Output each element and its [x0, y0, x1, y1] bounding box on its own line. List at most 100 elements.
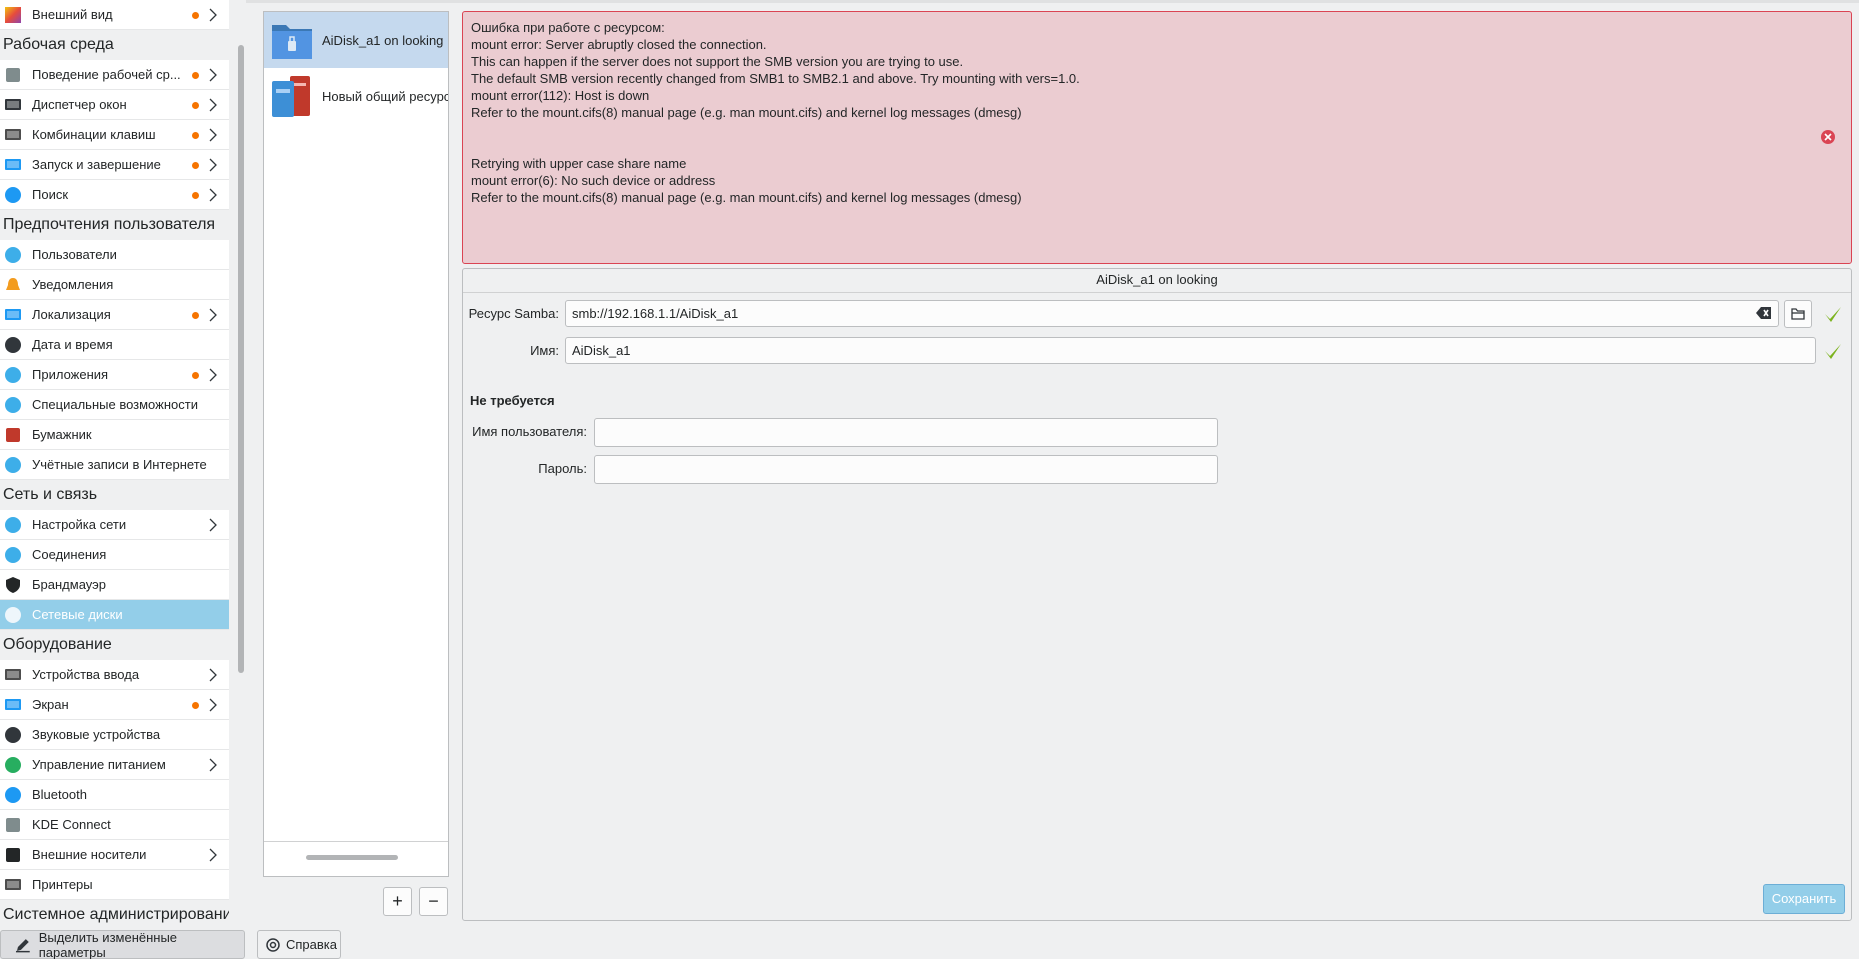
bluetooth-icon: [3, 785, 23, 805]
error-text: Ошибка при работе с ресурсом: mount error…: [471, 19, 1843, 206]
sidebar-item[interactable]: Устройства ввода: [0, 660, 229, 690]
sidebar-item[interactable]: Сетевые диски: [0, 600, 229, 630]
sidebar-item-label: Специальные возможности: [32, 397, 198, 412]
sidebar-item-label: Поведение рабочей ср...: [32, 67, 181, 82]
shield-icon: [3, 575, 23, 595]
sidebar-item-label: Дата и время: [32, 337, 113, 352]
sidebar-item[interactable]: Соединения: [0, 540, 229, 570]
window-icon: [3, 95, 23, 115]
globe-icon: [3, 545, 23, 565]
apps-icon: [3, 365, 23, 385]
highlight-changes-label: Выделить изменённые параметры: [38, 929, 178, 959]
sidebar-item[interactable]: Уведомления: [0, 270, 229, 300]
error-line: This can happen if the server does not s…: [471, 54, 964, 69]
save-button[interactable]: Сохранить: [1763, 884, 1845, 914]
error-line: Refer to the mount.cifs(8) manual page (…: [471, 190, 1022, 205]
clear-text-icon[interactable]: [1756, 306, 1772, 320]
browse-folder-button[interactable]: [1784, 300, 1812, 328]
name-input[interactable]: AiDisk_a1: [565, 337, 1816, 364]
chevron-right-icon[interactable]: [208, 847, 218, 863]
panel-title: AiDisk_a1 on looking: [1096, 272, 1218, 287]
monitor-icon: [3, 695, 23, 715]
sidebar-item[interactable]: Специальные возможности: [0, 390, 229, 420]
globe-icon: [3, 515, 23, 535]
sidebar-item[interactable]: Запуск и завершение: [0, 150, 229, 180]
add-share-button[interactable]: +: [383, 887, 412, 916]
chevron-right-icon[interactable]: [208, 697, 218, 713]
error-line: mount error(6): No such device or addres…: [471, 173, 716, 188]
modified-indicator-dot: [192, 162, 199, 169]
sidebar-item[interactable]: Локализация: [0, 300, 229, 330]
chevron-right-icon[interactable]: [208, 187, 218, 203]
sidebar-item[interactable]: Звуковые устройства: [0, 720, 229, 750]
username-input[interactable]: [594, 418, 1218, 447]
sidebar-item-label: Соединения: [32, 547, 107, 562]
sidebar-item[interactable]: Управление питанием: [0, 750, 229, 780]
sidebar-item[interactable]: Учётные записи в Интернете: [0, 450, 229, 480]
chevron-right-icon[interactable]: [208, 307, 218, 323]
chevron-right-icon[interactable]: [208, 367, 218, 383]
sidebar-item-label: Сетевые диски: [32, 607, 123, 622]
sidebar-item[interactable]: Дата и время: [0, 330, 229, 360]
share-item-aidisk[interactable]: AiDisk_a1 on looking: [264, 12, 448, 68]
name-label: Имя:: [530, 343, 559, 358]
phone-icon: [3, 815, 23, 835]
gear-icon: [3, 65, 23, 85]
sidebar-item-label: Запуск и завершение: [32, 157, 161, 172]
sidebar-item[interactable]: KDE Connect: [0, 810, 229, 840]
usb-icon: [3, 845, 23, 865]
sidebar-item[interactable]: Брандмауэр: [0, 570, 229, 600]
chevron-right-icon[interactable]: [208, 127, 218, 143]
modified-indicator-dot: [192, 72, 199, 79]
shares-hscrollbar[interactable]: [306, 855, 398, 860]
share-item-new[interactable]: Новый общий ресурс: [264, 68, 448, 124]
sidebar-category-header: Рабочая среда: [0, 30, 229, 60]
chevron-right-icon[interactable]: [208, 7, 218, 23]
samba-url-value: smb://192.168.1.1/AiDisk_a1: [572, 306, 739, 321]
globe-icon: [3, 455, 23, 475]
chevron-right-icon[interactable]: [208, 757, 218, 773]
sidebar-item[interactable]: Внешний вид: [0, 0, 229, 30]
sidebar-item[interactable]: Bluetooth: [0, 780, 229, 810]
sidebar-item[interactable]: Комбинации клавиш: [0, 120, 229, 150]
sidebar-scrollbar-thumb[interactable]: [238, 45, 244, 673]
password-input[interactable]: [594, 455, 1218, 484]
sidebar-item-label: Диспетчер окон: [32, 97, 127, 112]
sidebar-item-label: Настройка сети: [32, 517, 127, 532]
sidebar-item[interactable]: Экран: [0, 690, 229, 720]
sidebar-item[interactable]: Диспетчер окон: [0, 90, 229, 120]
shares-list: AiDisk_a1 on looking Новый общий ресурс: [263, 11, 449, 877]
remove-share-button[interactable]: −: [419, 887, 448, 916]
sidebar-item[interactable]: Настройка сети: [0, 510, 229, 540]
chevron-right-icon[interactable]: [208, 67, 218, 83]
samba-url-input[interactable]: smb://192.168.1.1/AiDisk_a1: [565, 300, 1779, 327]
sidebar-item[interactable]: Приложения: [0, 360, 229, 390]
error-line: [471, 138, 1843, 155]
chevron-right-icon[interactable]: [208, 517, 218, 533]
samba-label: Ресурс Samba:: [468, 306, 559, 321]
sidebar-item[interactable]: Поведение рабочей ср...: [0, 60, 229, 90]
sidebar-item[interactable]: Бумажник: [0, 420, 229, 450]
network-folder-icon: [270, 17, 314, 63]
modified-indicator-dot: [192, 132, 199, 139]
highlight-changes-button[interactable]: Выделить изменённые параметры: [0, 930, 245, 959]
sidebar-item-label: Комбинации клавиш: [32, 127, 156, 142]
help-button[interactable]: Справка: [257, 930, 341, 959]
sidebar-item[interactable]: Поиск: [0, 180, 229, 210]
sidebar-item[interactable]: Внешние носители: [0, 840, 229, 870]
close-error-icon[interactable]: [1821, 130, 1835, 144]
sidebar-item[interactable]: Пользователи: [0, 240, 229, 270]
error-line: The default SMB version recently changed…: [471, 71, 1080, 86]
sidebar-item[interactable]: Принтеры: [0, 870, 229, 900]
chevron-right-icon[interactable]: [208, 157, 218, 173]
modified-indicator-dot: [192, 312, 199, 319]
share-label: Новый общий ресурс: [322, 88, 448, 104]
chevron-right-icon[interactable]: [208, 667, 218, 683]
share-icon: [3, 605, 23, 625]
sidebar-item-label: Звуковые устройства: [32, 727, 161, 742]
modified-indicator-dot: [192, 702, 199, 709]
sidebar-item-label: Приложения: [32, 367, 109, 382]
chevron-right-icon[interactable]: [208, 97, 218, 113]
samba-valid-check-icon: [1825, 307, 1841, 322]
auth-heading: Не требуется: [470, 393, 555, 408]
